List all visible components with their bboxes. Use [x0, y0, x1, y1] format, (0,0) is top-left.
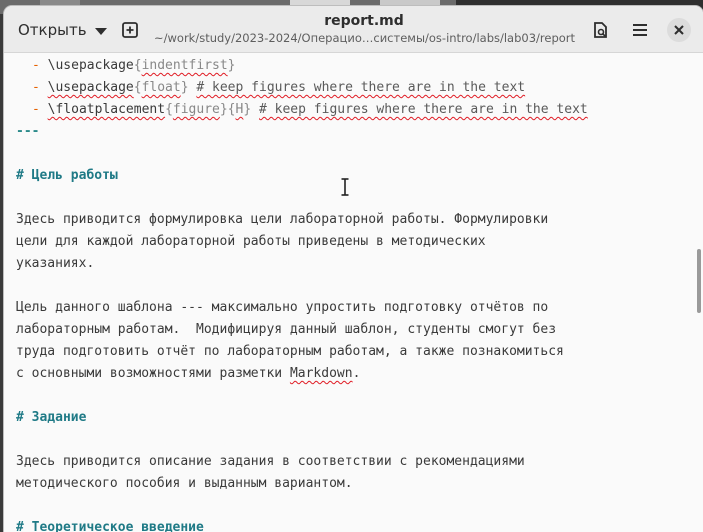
paragraph-text: с основными возможностями разметки [16, 366, 290, 381]
paragraph-line: методического пособия и выданным вариант… [16, 476, 353, 491]
paragraph-line: с основными возможностями разметки Markd… [16, 363, 360, 385]
latex-argument: float [141, 80, 181, 95]
front-matter-rule: --- [16, 124, 40, 139]
window-title: report.md [324, 13, 404, 29]
text-editor-area[interactable]: - \usepackage{indentfirst} - \usepackage… [4, 53, 703, 532]
list-bullet: - [32, 58, 48, 73]
close-icon [674, 25, 684, 35]
save-icon [594, 22, 607, 38]
new-tab-icon [122, 22, 138, 38]
open-button-label: Открыть [18, 21, 87, 39]
list-bullet: - [32, 102, 48, 117]
paragraph-line: труда подготовить отчёт по лабораторным … [16, 344, 564, 359]
code-line: - \usepackage{indentfirst} [32, 58, 236, 73]
code-line: - \usepackage{float} # keep figures wher… [32, 80, 526, 95]
heading-theory: # Теоретическое введение [16, 520, 204, 532]
file-path: ~/work/study/2023-2024/Операцио…системы/… [154, 31, 576, 45]
paragraph-line: лабораторным работам. Модифицируя данный… [16, 322, 557, 337]
latex-command: \usepackage [47, 80, 134, 95]
text-editor-window: Открыть report.md ~/work/study/2023-2024… [4, 6, 703, 532]
paragraph-line: цели для каждой лабораторной работы прив… [16, 234, 486, 249]
paragraph-line: Цель данного шаблона --- максимально упр… [16, 300, 549, 315]
paragraph-line: указаниях. [16, 256, 95, 271]
latex-comment: # keep figures where there are in the te… [196, 80, 526, 95]
code-line: - \floatplacement{figure}{H} # keep figu… [32, 102, 588, 117]
latex-argument: figure [172, 102, 220, 117]
paragraph-line: Здесь приводится формулировка цели лабор… [16, 212, 549, 227]
vertical-scrollbar[interactable] [695, 53, 703, 532]
close-button[interactable] [667, 18, 691, 42]
latex-argument: indentfirst [141, 58, 228, 73]
latex-command: \usepackage [47, 58, 134, 73]
open-button[interactable]: Открыть [12, 16, 113, 44]
text-cursor-icon [341, 178, 349, 196]
list-bullet: - [32, 80, 48, 95]
misspelled-word: Markdown [289, 366, 353, 381]
main-menu-button[interactable] [626, 16, 654, 44]
latex-command: \floatplacement [47, 102, 166, 117]
latex-comment: # keep figures where there are in the te… [259, 102, 588, 117]
save-button[interactable] [586, 16, 614, 44]
hamburger-menu-icon [633, 24, 647, 36]
heading-goal: # Цель работы [16, 168, 118, 183]
scrollbar-thumb[interactable] [697, 249, 701, 313]
paragraph-line: Здесь приводится описание задания в соот… [16, 454, 525, 469]
chevron-down-icon [94, 27, 107, 35]
header-bar: Открыть report.md ~/work/study/2023-2024… [4, 6, 703, 53]
window-title-area: report.md ~/work/study/2023-2024/Операци… [154, 12, 576, 46]
new-tab-button[interactable] [116, 16, 144, 44]
paragraph-text: . [352, 366, 361, 381]
heading-task: # Задание [16, 410, 87, 425]
